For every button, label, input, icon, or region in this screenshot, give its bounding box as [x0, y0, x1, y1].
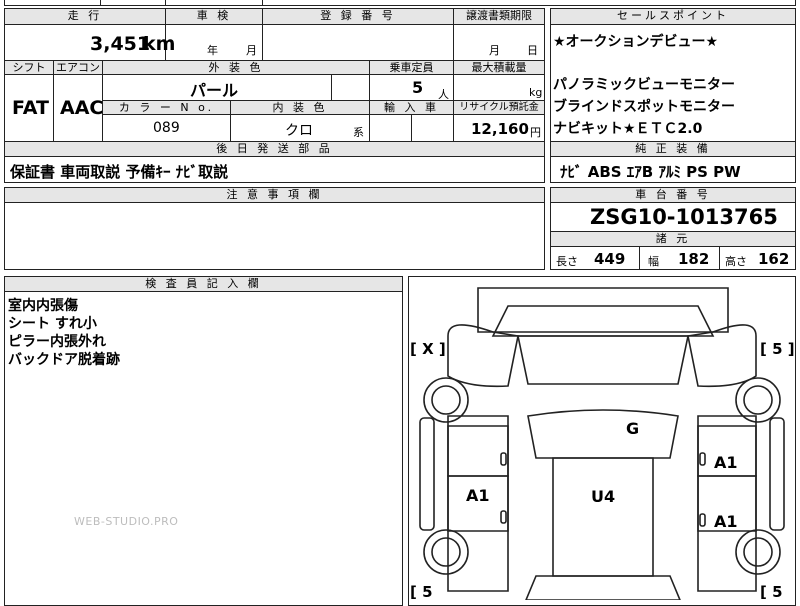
chassis-number: ZSG10-1013765: [590, 205, 778, 229]
right-handle-2: [699, 513, 706, 527]
right-handle-1: [699, 452, 706, 466]
rear-glass: [525, 575, 681, 600]
left-side-damage-mark: A1: [466, 486, 490, 505]
transfer-month: 月: [489, 44, 500, 57]
front-left-mark: [ X ]: [410, 340, 446, 358]
width-value: 182: [678, 250, 710, 268]
front-left-fender: [447, 324, 519, 388]
color-no-value: 089: [153, 120, 180, 136]
int-color-header: 内 装 色: [231, 101, 369, 114]
specs-header: 諸 元: [551, 232, 795, 246]
roof-outline: [527, 409, 679, 459]
inspector-line-2: シート すれ小: [8, 316, 97, 332]
inspector-line-3: ピラー内張外れ: [8, 334, 106, 350]
right-side-body: [697, 415, 757, 592]
reg-no-header: 登 録 番 号: [263, 9, 453, 24]
mileage-header: 走 行: [5, 9, 165, 24]
aircon-value: AAC: [60, 97, 104, 119]
shaken-year: 年: [207, 44, 218, 57]
tire-rear-right-inner: [743, 537, 773, 567]
right-rear-damage-mark: A1: [714, 512, 738, 531]
later-parts-header: 後 日 発 送 部 品: [5, 142, 544, 156]
tire-rear-left: [423, 529, 469, 575]
int-color-suffix: 系: [353, 126, 364, 139]
tire-front-right: [735, 377, 781, 423]
max-load-header: 最大積載量: [454, 61, 544, 74]
chassis-header: 車 台 番 号: [551, 188, 795, 202]
mileage-unit: km: [143, 33, 176, 55]
right-front-damage-mark: A1: [714, 453, 738, 472]
length-value: 449: [594, 250, 626, 268]
tire-rear-left-inner: [431, 537, 461, 567]
height-label: 高さ: [725, 255, 747, 268]
center-body: [552, 457, 654, 577]
length-label: 長さ: [556, 255, 578, 268]
max-load-unit: kg: [529, 86, 543, 99]
sales-point-5: ナビキット★ＥＴＣ2.0: [553, 121, 703, 137]
notes-header: 注 意 事 項 欄: [5, 188, 544, 202]
capacity-value: 5: [412, 78, 424, 97]
recycle-value: 12,160: [471, 120, 529, 138]
front-right-mark: [ 5 ]: [760, 340, 795, 358]
sales-point-1: ★オークションデビュー★: [553, 34, 719, 50]
later-parts-items: 保証書 車両取説 予備ｷｰ ﾅﾋﾞ取説: [10, 163, 229, 181]
width-label: 幅: [648, 255, 659, 268]
height-value: 162: [758, 250, 790, 268]
sales-point-3: パノラミックビューモニター: [553, 77, 735, 93]
int-color-value: クロ: [285, 123, 313, 139]
center-damage-mark: U4: [591, 487, 616, 506]
shaken-header: 車 検: [166, 9, 262, 24]
sales-point-4: ブラインドスポットモニター: [553, 99, 735, 115]
tire-front-left: [423, 377, 469, 423]
left-front-door: [447, 425, 509, 477]
shaken-month: 月: [246, 44, 257, 57]
rear-right-mark: [ 5: [760, 583, 783, 601]
windshield-outline: [517, 335, 689, 385]
ext-color-value: パール: [190, 81, 239, 100]
genuine-equipment-header: 純 正 装 備: [551, 142, 795, 156]
car-diagram: [419, 287, 785, 600]
shift-header: シフト: [5, 61, 53, 74]
inspector-line-4: バックドア脱着跡: [8, 352, 120, 368]
ext-color-header: 外 装 色: [103, 61, 369, 74]
transfer-day: 日: [527, 44, 538, 57]
transfer-header: 譲渡書類期限: [454, 9, 544, 24]
tire-front-right-inner: [743, 385, 773, 415]
rear-left-mark: [ 5: [410, 583, 433, 601]
inspector-line-1: 室内内張傷: [8, 298, 78, 314]
color-no-header: カ ラ ー N o.: [103, 101, 230, 114]
watermark: WEB-STUDIO.PRO: [74, 515, 179, 528]
shift-value: FAT: [12, 97, 49, 119]
left-handle-1: [500, 452, 507, 466]
sales-points-header: セールスポイント: [551, 9, 795, 24]
import-header: 輸 入 車: [370, 101, 453, 114]
roof-damage-mark: G: [626, 419, 640, 438]
inspector-header: 検 査 員 記 入 欄: [5, 277, 402, 291]
left-handle-2: [500, 510, 507, 524]
top-cut-strip: [4, 0, 796, 6]
genuine-equipment-items: ﾅﾋﾞ ABS ｴｱB ｱﾙﾐ PS PW: [560, 163, 741, 181]
mileage-value: 3,451: [90, 33, 151, 55]
aircon-header: エアコン: [54, 61, 102, 74]
front-right-fender: [687, 324, 757, 388]
front-bumper-outline: [477, 287, 729, 333]
vehicle-info-grid: [4, 8, 545, 142]
left-pillar-strip: [419, 417, 435, 531]
tire-front-left-inner: [431, 385, 461, 415]
recycle-unit: 円: [530, 126, 541, 139]
right-pillar-strip: [769, 417, 785, 531]
tire-rear-right: [735, 529, 781, 575]
recycle-header: リサイクル預託金: [454, 101, 544, 114]
capacity-header: 乗車定員: [370, 61, 453, 74]
